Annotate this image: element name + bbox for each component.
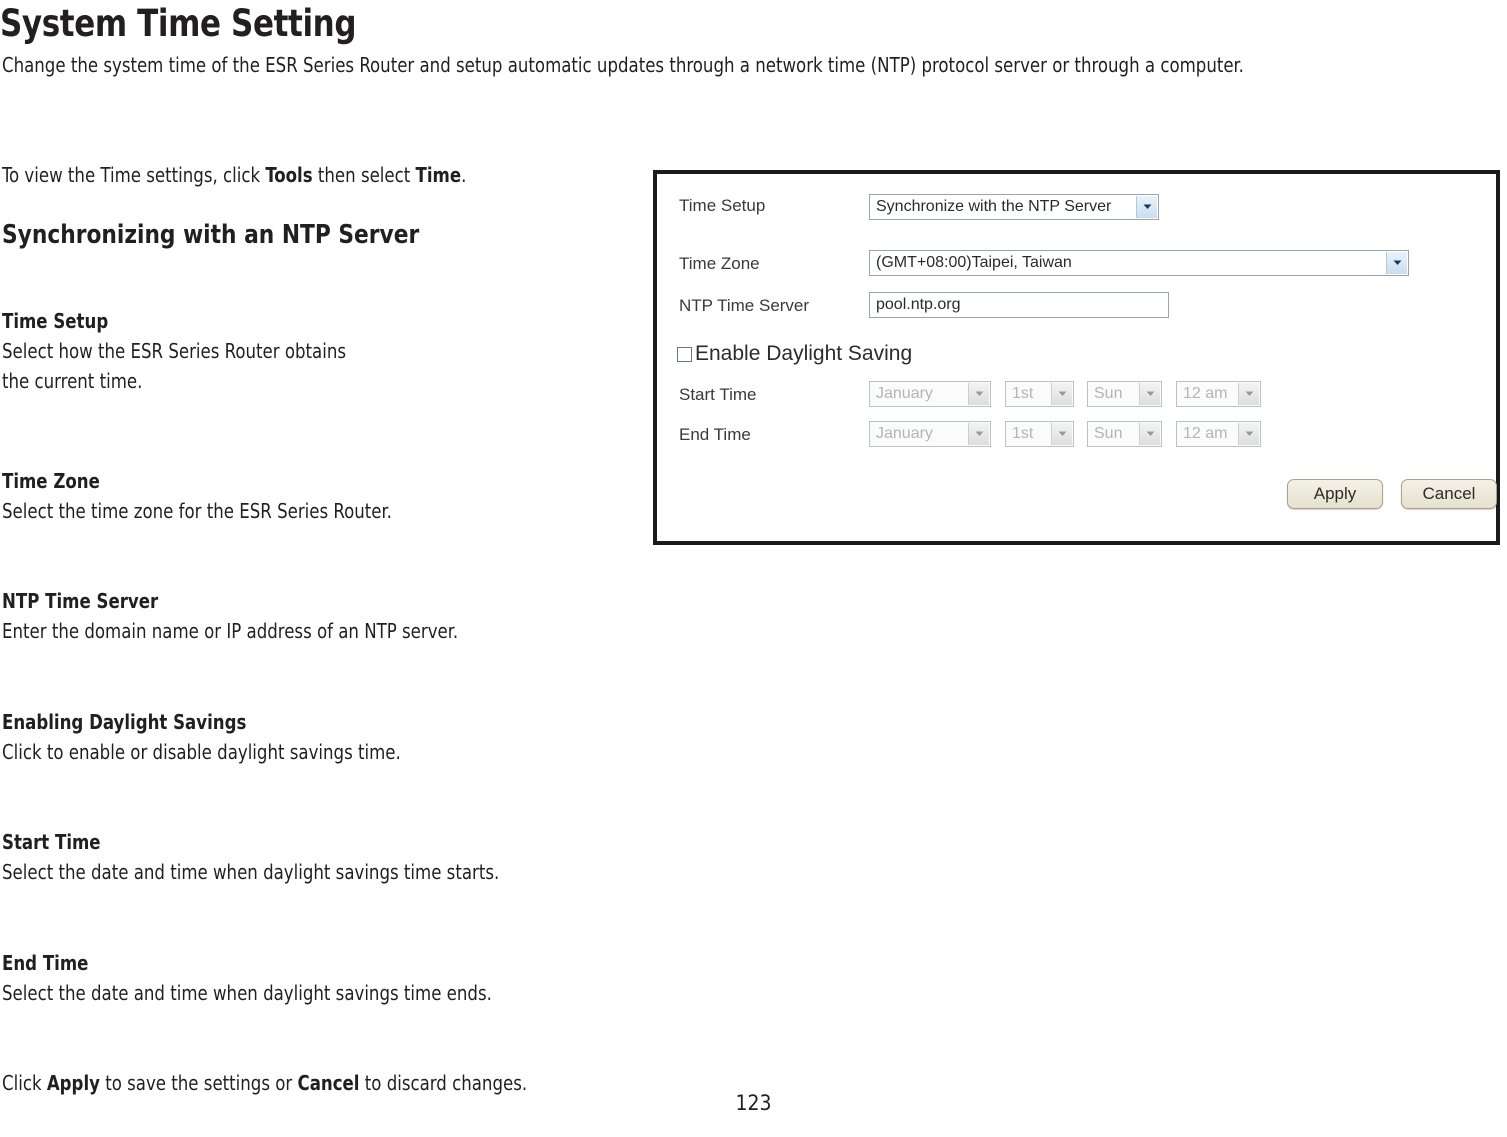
end-time-hour-select[interactable]: 12 am <box>1176 421 1261 447</box>
block-time-zone: Time Zone Select the time zone for the E… <box>2 466 435 526</box>
body-time-zone-1: Select the time zone for the ESR Series … <box>2 499 392 523</box>
start-time-day-select[interactable]: Sun <box>1087 381 1162 407</box>
intro-text: Change the system time of the ESR Series… <box>2 53 1244 77</box>
end-time-day-select[interactable]: Sun <box>1087 421 1162 447</box>
chevron-down-icon[interactable] <box>1051 423 1072 445</box>
subheading-time-setup: Time Setup <box>2 309 109 333</box>
label-time-setup: Time Setup <box>679 196 766 215</box>
body-time-setup-1: Select how the ESR Series Router obtains <box>2 339 347 363</box>
subheading-end-time: End Time <box>2 951 89 975</box>
body-start-time-1: Select the date and time when daylight s… <box>2 860 500 884</box>
ntp-time-server-value: pool.ntp.org <box>876 296 961 313</box>
start-time-month-value: January <box>876 385 933 402</box>
start-time-day-value: Sun <box>1094 385 1123 402</box>
row-start-time: Start Time <box>679 385 756 405</box>
label-ntp-time-server: NTP Time Server <box>679 296 810 315</box>
row-end-time: End Time <box>679 425 751 445</box>
end-time-hour-value: 12 am <box>1183 425 1228 442</box>
chevron-down-icon[interactable] <box>1139 383 1160 405</box>
page-number: 123 <box>735 1091 772 1115</box>
cancel-button[interactable]: Cancel <box>1401 479 1497 509</box>
row-time-zone: Time Zone <box>679 254 760 274</box>
start-time-hour-value: 12 am <box>1183 385 1228 402</box>
subheading-ntp-time-server: NTP Time Server <box>2 589 159 613</box>
label-end-time: End Time <box>679 425 751 444</box>
row-time-setup: Time Setup <box>679 196 765 216</box>
block-start-time: Start Time Select the date and time when… <box>2 827 555 887</box>
enable-daylight-saving-row[interactable]: Enable Daylight Saving <box>677 342 912 366</box>
time-setup-value: Synchronize with the NTP Server <box>876 198 1112 215</box>
body-ntp-time-server-1: Enter the domain name or IP address of a… <box>2 619 459 643</box>
block-ntp-time-server: NTP Time Server Enter the domain name or… <box>2 586 509 646</box>
end-time-week-select[interactable]: 1st <box>1005 421 1074 447</box>
label-time-zone: Time Zone <box>679 254 760 273</box>
start-time-week-select[interactable]: 1st <box>1005 381 1074 407</box>
ntp-time-server-input[interactable]: pool.ntp.org <box>869 292 1169 318</box>
chevron-down-icon[interactable] <box>1139 423 1160 445</box>
chevron-down-icon[interactable] <box>1051 383 1072 405</box>
chevron-down-icon[interactable] <box>1238 423 1259 445</box>
block-enabling-daylight-savings: Enabling Daylight Savings Click to enabl… <box>2 707 445 767</box>
chevron-down-icon[interactable] <box>1136 196 1157 218</box>
section-heading-text: Synchronizing with an NTP Server <box>2 220 420 250</box>
intro-paragraph: Change the system time of the ESR Series… <box>2 50 1462 80</box>
body-enabling-daylight-savings-1: Click to enable or disable daylight savi… <box>2 740 401 764</box>
block-time-setup: Time Setup Select how the ESR Series Rou… <box>2 306 384 396</box>
end-time-month-select[interactable]: January <box>869 421 991 447</box>
end-time-week-value: 1st <box>1012 425 1034 442</box>
router-ui-screenshot: Time Setup Synchronize with the NTP Serv… <box>653 170 1500 545</box>
body-end-time-1: Select the date and time when daylight s… <box>2 981 492 1005</box>
chevron-down-icon[interactable] <box>968 383 989 405</box>
time-zone-select[interactable]: (GMT+08:00)Taipei, Taiwan <box>869 250 1409 276</box>
subheading-enabling-daylight-savings: Enabling Daylight Savings <box>2 710 247 734</box>
view-instruction-text: To view the Time settings, click Tools t… <box>2 163 467 187</box>
checkbox-icon[interactable] <box>677 346 692 362</box>
end-time-month-value: January <box>876 425 933 442</box>
chevron-down-icon[interactable] <box>968 423 989 445</box>
block-end-time: End Time Select the date and time when d… <box>2 948 546 1008</box>
body-time-setup-2: the current time. <box>2 369 143 393</box>
chevron-down-icon[interactable] <box>1238 383 1259 405</box>
row-ntp-time-server: NTP Time Server <box>679 296 809 316</box>
chevron-down-icon[interactable] <box>1386 252 1407 274</box>
start-time-month-select[interactable]: January <box>869 381 991 407</box>
page-title: System Time Setting <box>0 2 357 45</box>
start-time-hour-select[interactable]: 12 am <box>1176 381 1261 407</box>
apply-button[interactable]: Apply <box>1287 479 1383 509</box>
time-zone-value: (GMT+08:00)Taipei, Taiwan <box>876 254 1072 271</box>
end-time-day-value: Sun <box>1094 425 1123 442</box>
view-instruction-line: To view the Time settings, click Tools t… <box>2 160 518 190</box>
label-enable-daylight-saving: Enable Daylight Saving <box>695 342 913 365</box>
time-setup-select[interactable]: Synchronize with the NTP Server <box>869 194 1159 220</box>
section-heading-ntp: Synchronizing with an NTP Server <box>2 219 451 251</box>
form-action-buttons: Apply Cancel <box>1287 479 1497 509</box>
label-start-time: Start Time <box>679 385 757 404</box>
subheading-start-time: Start Time <box>2 830 101 854</box>
start-time-week-value: 1st <box>1012 385 1034 402</box>
subheading-time-zone: Time Zone <box>2 469 100 493</box>
